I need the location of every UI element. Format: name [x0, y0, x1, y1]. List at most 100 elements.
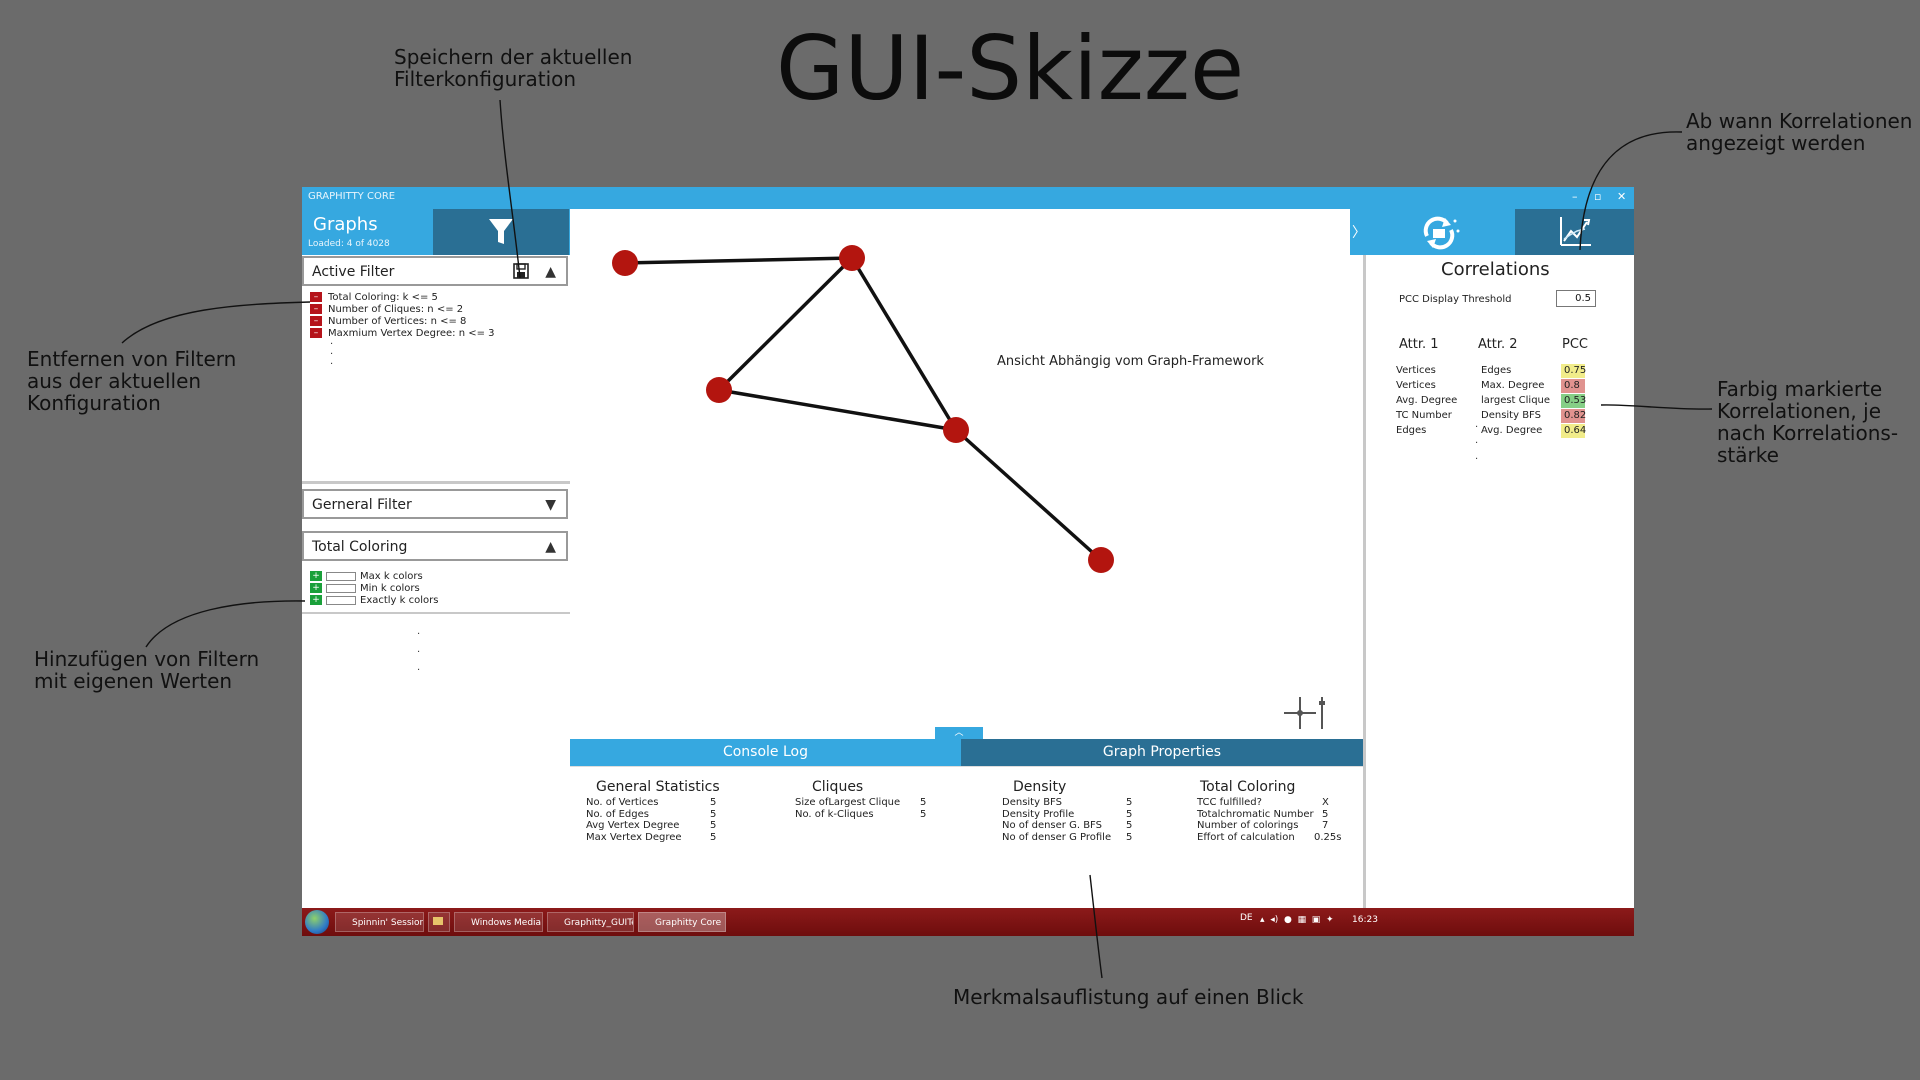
taskbar-button[interactable]: Spinnin' Sessions 179...	[335, 912, 424, 932]
clock[interactable]: 16:23	[1352, 915, 1378, 925]
value-input[interactable]	[326, 595, 356, 605]
add-filter-button[interactable]: +	[310, 583, 322, 593]
app-window: GRAPHITTY CORE – ▫ ✕ Graphs Loaded: 4 of…	[302, 187, 1634, 936]
chart-icon	[1560, 217, 1591, 246]
correlations-panel	[1363, 255, 1634, 908]
graph-node[interactable]	[1088, 547, 1114, 573]
property-row: Max Vertex Degree 5	[586, 831, 717, 843]
taskbar-button[interactable]: Windows Media Player	[454, 912, 543, 932]
add-filter-button[interactable]: +	[310, 571, 322, 581]
tab-graph-properties[interactable]: Graph Properties	[961, 739, 1363, 766]
property-row: Number of colorings 7	[1197, 820, 1329, 831]
tray-icons[interactable]: ▴ ◂) ● ▦ ▣ ✦	[1260, 915, 1334, 925]
attr2-cell: largest Clique	[1481, 395, 1551, 406]
windows-start-icon[interactable]	[305, 910, 329, 934]
graph-edge[interactable]	[850, 257, 958, 431]
pcc-cell: 0.8	[1561, 379, 1585, 393]
filter-panel: Active Filter ▲ – Total Coloring: k <= 5 …	[302, 255, 573, 936]
graph-node[interactable]	[612, 250, 638, 276]
correlations-ellipsis: . . .	[1475, 419, 1479, 462]
taskbar-button[interactable]: Graphitty_GUITest (A...	[547, 912, 634, 932]
active-filter-header[interactable]: Active Filter ▲	[302, 256, 568, 286]
taskbar-button[interactable]: Graphitty Core	[638, 912, 726, 932]
property-row: No of denser G. BFS 5	[1002, 820, 1133, 831]
graph-edge[interactable]	[624, 256, 853, 265]
graph-node[interactable]	[943, 417, 969, 443]
threshold-input[interactable]: 0.5	[1556, 290, 1596, 307]
pcc-cell: 0.82	[1561, 409, 1586, 423]
close-button[interactable]: ✕	[1617, 190, 1626, 203]
graph-view[interactable]	[570, 209, 1350, 739]
taskbar-button[interactable]	[428, 912, 450, 932]
attr1-cell: Vertices	[1396, 365, 1436, 376]
window-title: GRAPHITTY CORE	[308, 191, 396, 202]
value-input[interactable]	[326, 571, 356, 581]
total-coloring-toggle[interactable]: ▲	[545, 539, 556, 555]
graph-edge[interactable]	[954, 428, 1103, 562]
attr2-cell: Edges	[1481, 365, 1512, 376]
active-filter-label: Active Filter	[312, 264, 395, 280]
language-indicator[interactable]: DE	[1240, 913, 1253, 923]
property-row: Density Profile 5	[1002, 808, 1133, 820]
graph-edge[interactable]	[717, 256, 854, 392]
filter-text: Number of Vertices: n <= 8	[328, 316, 467, 327]
group-title: Total Coloring	[1200, 779, 1296, 795]
remove-filter-button[interactable]: –	[310, 328, 322, 338]
graphs-loaded-count: Loaded: 4 of 4028	[308, 239, 390, 249]
value-input[interactable]	[326, 583, 356, 593]
group-title: Cliques	[812, 779, 864, 795]
column-header-pcc: PCC	[1562, 337, 1588, 352]
graph-edge[interactable]	[718, 388, 957, 432]
graph-node[interactable]	[839, 245, 865, 271]
coloring-option: + Max k colors	[310, 571, 423, 583]
coloring-option: + Min k colors	[310, 583, 420, 595]
general-filter-toggle[interactable]: ▼	[545, 497, 556, 513]
collapse-right-button[interactable]: 〉	[1350, 209, 1366, 255]
remove-filter-button[interactable]: –	[310, 304, 322, 314]
general-filter-header[interactable]: Gerneral Filter ▼	[302, 489, 568, 519]
minimize-button[interactable]: –	[1572, 190, 1578, 203]
active-filter-item: – Total Coloring: k <= 5	[310, 292, 438, 304]
save-icon[interactable]	[513, 263, 529, 279]
property-row: No. of Edges 5	[586, 808, 717, 820]
property-row: Totalchromatic Number 5	[1197, 808, 1329, 820]
tab-console-log[interactable]: Console Log	[570, 739, 961, 766]
annotation-threshold: Ab wann Korrelationen angezeigt werden	[1686, 109, 1913, 155]
active-filter-item: – Number of Cliques: n <= 2	[310, 304, 463, 316]
option-label: Min k colors	[360, 583, 420, 594]
chart-tab[interactable]	[1515, 209, 1634, 255]
group-title: Density	[1013, 779, 1067, 795]
pan-icon[interactable]	[1282, 693, 1326, 733]
annotation-save-config: Speichern der aktuellen Filterkonfigurat…	[394, 45, 633, 91]
active-filter-toggle[interactable]: ▲	[545, 264, 556, 280]
pcc-cell: 0.75	[1561, 364, 1586, 378]
remove-filter-button[interactable]: –	[310, 316, 322, 326]
group-title: General Statistics	[596, 779, 720, 795]
remove-filter-button[interactable]: –	[310, 292, 322, 302]
graph-canvas[interactable]	[570, 209, 1350, 739]
general-filter-label: Gerneral Filter	[312, 497, 412, 513]
total-coloring-label: Total Coloring	[312, 539, 408, 555]
graph-node[interactable]	[706, 377, 732, 403]
attr1-cell: TC Number	[1396, 410, 1452, 421]
sync-tab[interactable]	[1365, 209, 1515, 255]
graph-framework-placeholder: Ansicht Abhängig vom Graph-Framework	[997, 354, 1264, 369]
attr2-cell: Avg. Degree	[1481, 425, 1543, 436]
pcc-cell: 0.64	[1561, 424, 1586, 438]
annotation-overview: Merkmalsauflistung auf einen Blick	[953, 985, 1304, 1009]
column-header-attr1: Attr. 1	[1399, 337, 1439, 352]
folder-icon	[433, 917, 443, 925]
annotation-add-filter: Hinzufügen von Filtern mit eigenen Werte…	[34, 647, 260, 693]
filter-text: Number of Cliques: n <= 2	[328, 304, 464, 315]
option-label: Exactly k colors	[360, 595, 439, 606]
annotation-colored: Farbig markierte Korrelationen, je nach …	[1717, 377, 1899, 467]
maximize-button[interactable]: ▫	[1594, 190, 1601, 203]
attr1-cell: Avg. Degree	[1396, 395, 1458, 406]
total-coloring-header[interactable]: Total Coloring ▲	[302, 531, 568, 561]
property-row: Size ofLargest Clique 5	[795, 797, 927, 808]
graphs-header[interactable]: Graphs Loaded: 4 of 4028	[302, 209, 433, 255]
property-row: Density BFS 5	[1002, 797, 1133, 808]
add-filter-button[interactable]: +	[310, 595, 322, 605]
filter-icon	[489, 219, 513, 244]
filter-tab[interactable]	[433, 209, 569, 255]
